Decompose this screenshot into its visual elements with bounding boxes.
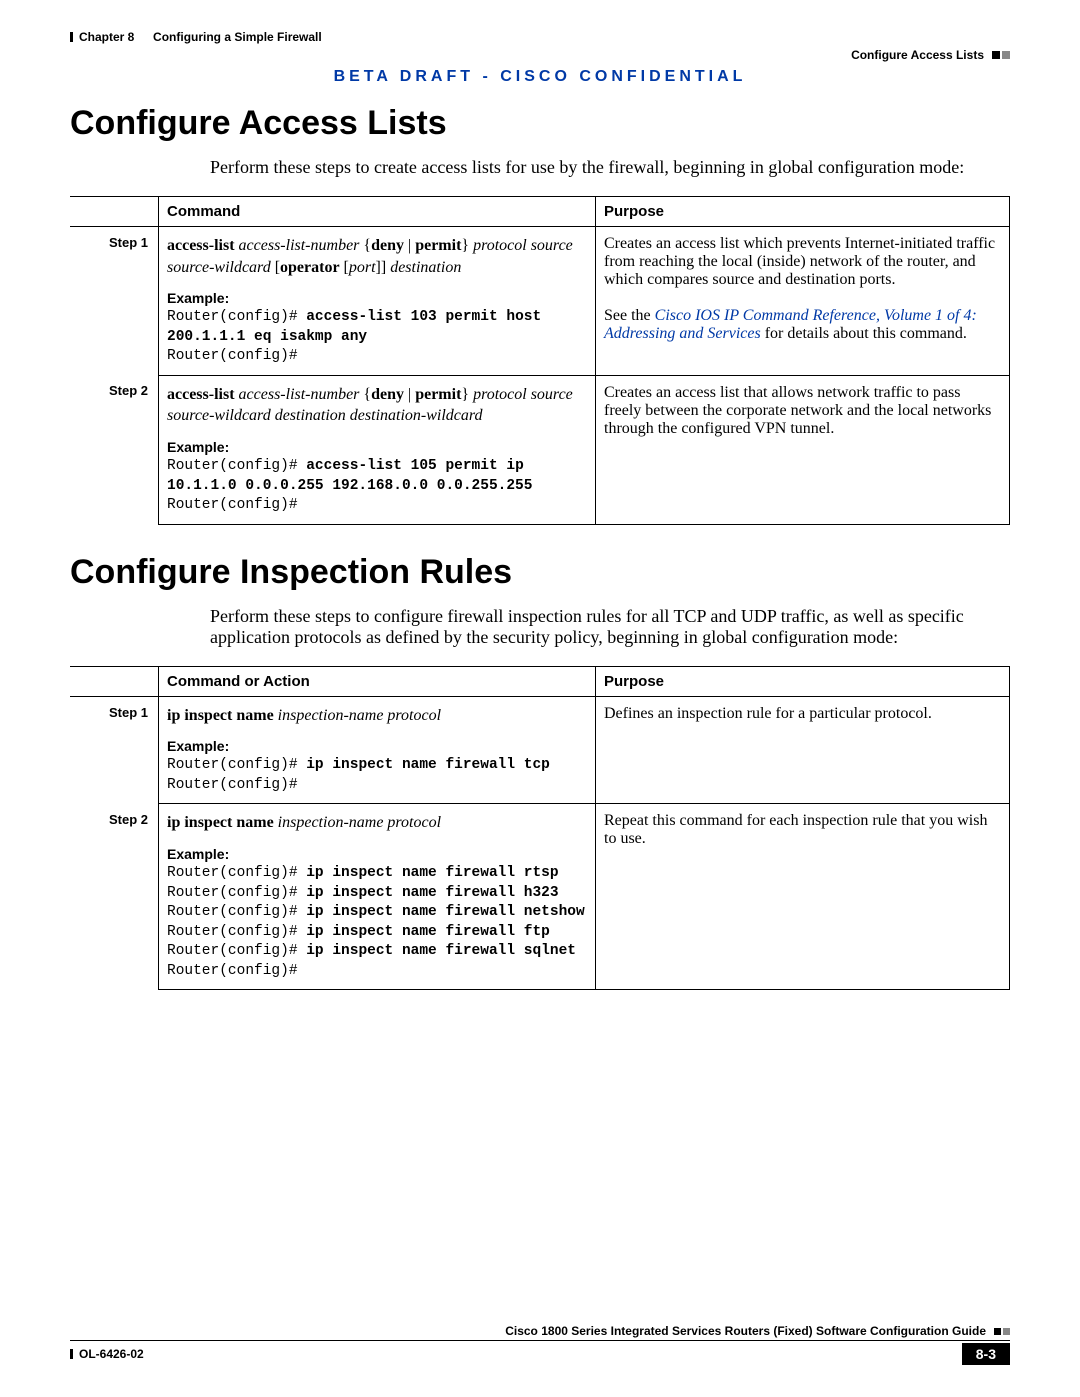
page-footer: Cisco 1800 Series Integrated Services Ro… bbox=[70, 1324, 1010, 1365]
col-command: Command bbox=[159, 197, 596, 227]
example-label: Example: bbox=[167, 738, 587, 754]
section2-title: Configure Inspection Rules bbox=[70, 553, 1010, 592]
doc-id: OL-6426-02 bbox=[79, 1347, 144, 1361]
console-example: Router(config)# access-list 103 permit h… bbox=[167, 308, 587, 367]
purpose-text: Creates an access list which prevents In… bbox=[596, 227, 1010, 376]
example-label: Example: bbox=[167, 439, 587, 455]
col-purpose: Purpose bbox=[596, 197, 1010, 227]
table-row: Step 2 access-list access-list-number {d… bbox=[70, 375, 1010, 524]
page-number: 8-3 bbox=[962, 1343, 1010, 1365]
console-example: Router(config)# ip inspect name firewall… bbox=[167, 756, 587, 795]
purpose-text: Defines an inspection rule for a particu… bbox=[596, 696, 1010, 804]
page: Chapter 8 Configuring a Simple Firewall … bbox=[0, 0, 1080, 1397]
chapter-title: Configuring a Simple Firewall bbox=[153, 30, 322, 44]
purpose-text: Creates an access list that allows netwo… bbox=[596, 375, 1010, 524]
step-label: Step 2 bbox=[70, 804, 159, 990]
example-label: Example: bbox=[167, 846, 587, 862]
table-row: Step 1 access-list access-list-number {d… bbox=[70, 227, 1010, 376]
chapter-number: Chapter 8 bbox=[79, 30, 134, 44]
col-command: Command or Action bbox=[159, 666, 596, 696]
step-label: Step 2 bbox=[70, 375, 159, 524]
command-syntax: access-list access-list-number {deny | p… bbox=[167, 384, 587, 427]
command-syntax: ip inspect name inspection-name protocol bbox=[167, 812, 587, 834]
step-label: Step 1 bbox=[70, 696, 159, 804]
console-example: Router(config)# access-list 105 permit i… bbox=[167, 457, 587, 516]
section1-title: Configure Access Lists bbox=[70, 104, 1010, 143]
col-purpose: Purpose bbox=[596, 666, 1010, 696]
section1-intro: Perform these steps to create access lis… bbox=[210, 157, 1010, 178]
inspection-rules-table: Command or Action Purpose Step 1 ip insp… bbox=[70, 666, 1010, 991]
access-lists-table: Command Purpose Step 1 access-list acces… bbox=[70, 196, 1010, 525]
command-syntax: ip inspect name inspection-name protocol bbox=[167, 705, 587, 727]
purpose-text: Repeat this command for each inspection … bbox=[596, 804, 1010, 990]
section-crumb: Configure Access Lists bbox=[70, 48, 1010, 62]
guide-title: Cisco 1800 Series Integrated Services Ro… bbox=[505, 1324, 986, 1338]
step-label: Step 1 bbox=[70, 227, 159, 376]
example-label: Example: bbox=[167, 290, 587, 306]
section2-intro: Perform these steps to configure firewal… bbox=[210, 606, 1010, 648]
command-syntax: access-list access-list-number {deny | p… bbox=[167, 235, 587, 278]
running-header: Chapter 8 Configuring a Simple Firewall bbox=[70, 30, 1010, 44]
console-example: Router(config)# ip inspect name firewall… bbox=[167, 864, 587, 981]
table-row: Step 2 ip inspect name inspection-name p… bbox=[70, 804, 1010, 990]
table-row: Step 1 ip inspect name inspection-name p… bbox=[70, 696, 1010, 804]
confidential-banner: BETA DRAFT - CISCO CONFIDENTIAL bbox=[70, 68, 1010, 86]
